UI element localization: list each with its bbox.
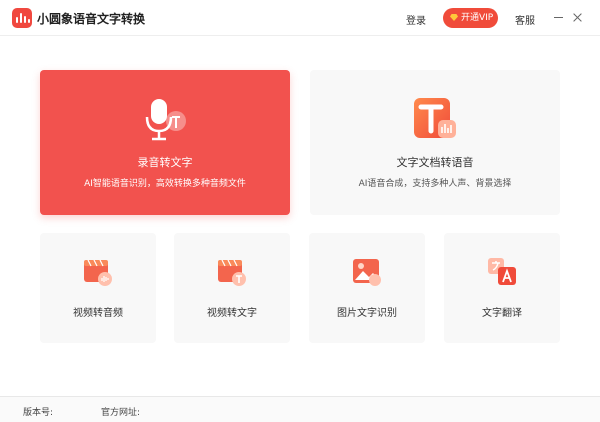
image-ocr-title: 图片文字识别 xyxy=(337,308,397,319)
video-to-text-card[interactable]: 视频转文字 xyxy=(174,233,290,343)
record-to-text-title: 录音转文字 xyxy=(137,156,193,169)
translate-title: 文字翻译 xyxy=(482,308,522,319)
minimize-icon[interactable] xyxy=(553,11,565,23)
vip-button[interactable]: 开通VIP xyxy=(443,8,498,28)
footer: 版本号: 官方网址: xyxy=(0,396,600,422)
text-to-speech-card[interactable]: 文字文档转语音 AI语音合成，支持多种人声、背景选择 xyxy=(310,70,560,215)
app-logo-icon xyxy=(12,8,32,28)
vip-label: 开通VIP xyxy=(461,13,494,23)
text-document-icon xyxy=(414,98,456,138)
app-title: 小圆象语音文字转换 xyxy=(37,12,146,26)
text-to-speech-subtitle: AI语音合成，支持多种人声、背景选择 xyxy=(358,179,512,189)
customer-service-link[interactable]: 客服 xyxy=(515,12,535,27)
image-ocr-card[interactable]: 图片文字识别 xyxy=(309,233,425,343)
text-to-speech-title: 文字文档转语音 xyxy=(396,156,474,169)
title-bar: 小圆象语音文字转换 登录 开通VIP 客服 xyxy=(0,0,600,36)
translate-card[interactable]: 文字翻译 xyxy=(444,233,560,343)
close-icon[interactable] xyxy=(572,11,584,23)
microphone-icon xyxy=(145,99,186,141)
diamond-icon xyxy=(450,14,458,21)
video-audio-icon xyxy=(84,259,112,286)
image-icon xyxy=(353,259,381,286)
website-label: 官方网址: xyxy=(101,408,141,418)
video-to-audio-card[interactable]: 视频转音频 xyxy=(40,233,156,343)
video-to-audio-title: 视频转音频 xyxy=(73,308,123,319)
translate-icon xyxy=(488,258,516,285)
login-link[interactable]: 登录 xyxy=(406,12,426,27)
version-label: 版本号: xyxy=(23,408,54,418)
record-to-text-subtitle: AI智能语音识别，高效转换多种音频文件 xyxy=(84,179,246,189)
record-to-text-card[interactable]: 录音转文字 AI智能语音识别，高效转换多种音频文件 xyxy=(40,70,290,215)
video-text-icon xyxy=(218,259,246,286)
video-to-text-title: 视频转文字 xyxy=(207,308,257,319)
